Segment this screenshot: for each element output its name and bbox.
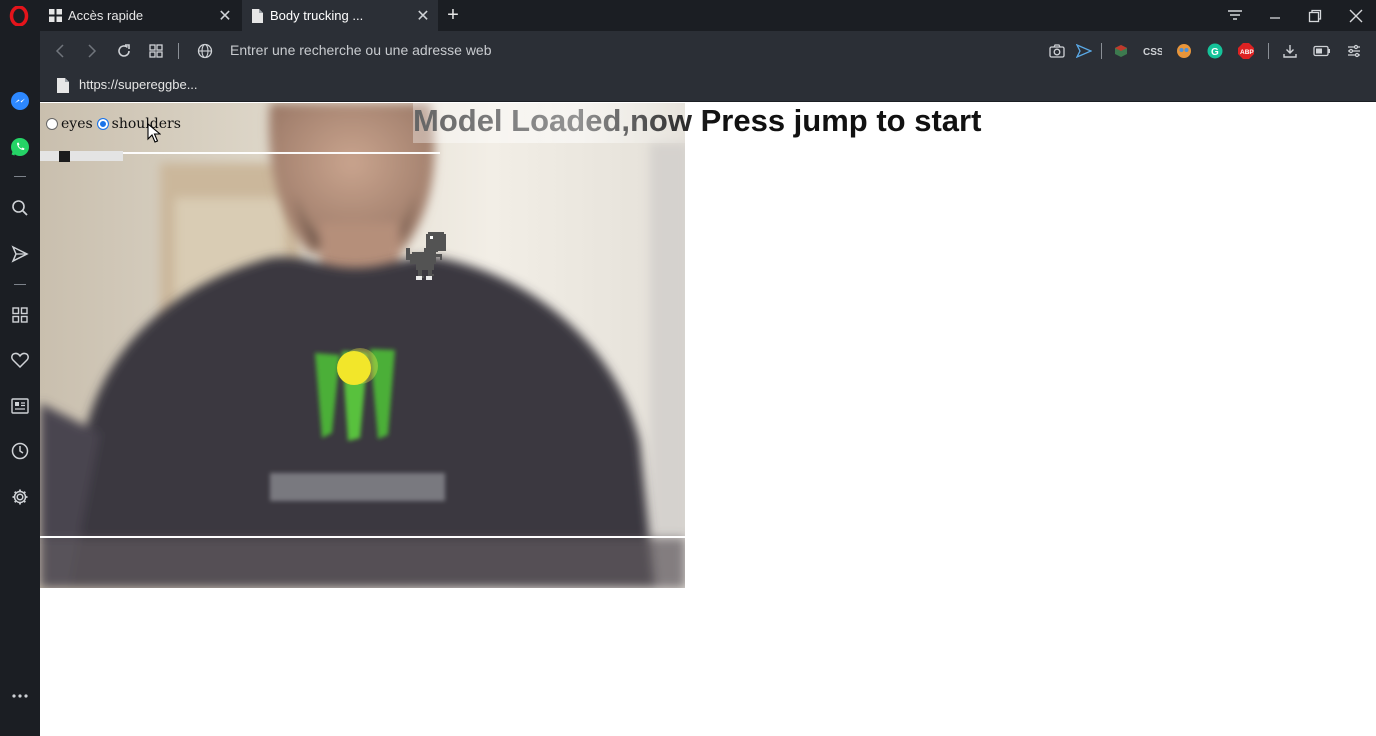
reload-icon[interactable] [114,41,134,61]
radio-shoulders[interactable] [96,118,109,130]
svg-text:G: G [1211,47,1219,58]
tab-body-tracking[interactable]: Body trucking ... ✕ [242,0,438,31]
tab-speed-dial[interactable]: Accès rapide ✕ [40,0,240,31]
close-window-icon[interactable] [1336,0,1376,31]
speed-dial-icon[interactable] [9,304,31,326]
grid-icon [48,9,62,23]
sidebar-divider [14,176,26,177]
grammarly-icon[interactable]: G [1205,41,1225,61]
new-tab-button[interactable]: + [443,2,463,28]
tab-label: Accès rapide [68,8,144,23]
settings-gear-icon[interactable] [9,486,31,508]
document-icon [57,78,69,93]
tiles-icon[interactable] [146,41,166,61]
easy-setup-icon[interactable] [1344,41,1364,61]
sidebar-divider [14,284,26,285]
bookmark-link[interactable]: https://supereggbe... [79,77,198,92]
navigation-bar: Entrer une recherche ou une adresse web … [40,31,1376,70]
sensitivity-slider[interactable] [40,151,123,161]
extension-cube-icon[interactable] [1111,41,1131,61]
send-icon[interactable] [1074,41,1094,61]
adblock-icon[interactable]: ABP [1236,41,1256,61]
css-extension-icon[interactable]: CSS [1142,41,1162,61]
sidebar [0,31,40,736]
messenger-icon[interactable] [9,90,31,112]
back-icon[interactable] [50,41,70,61]
news-icon[interactable] [9,395,31,417]
history-icon[interactable] [9,440,31,462]
close-icon[interactable]: ✕ [408,6,438,26]
restore-icon[interactable] [1295,0,1335,31]
title-bar: Accès rapide ✕ Body trucking ... ✕ + [0,0,1376,31]
close-icon[interactable]: ✕ [210,6,240,26]
address-input[interactable]: Entrer une recherche ou une adresse web [230,42,492,58]
bookmarks-bar: https://supereggbe... [40,70,1376,102]
heading-fade-overlay [413,103,713,143]
forward-icon[interactable] [82,41,102,61]
document-icon [250,8,264,23]
toolbar-divider [1101,43,1102,59]
opera-logo-icon[interactable] [9,6,29,26]
tracking-dot [337,348,378,385]
page-content: Model Loaded,now Press jump to start eye… [40,103,1376,736]
webcam-feed [40,103,685,588]
radio-label-eyes: eyes [61,116,93,132]
toolbar-divider [178,43,179,59]
tab-menu-icon[interactable] [1215,0,1255,31]
threshold-line-bottom [40,536,685,538]
mouse-cursor-icon [147,123,161,143]
radio-eyes[interactable] [46,118,58,130]
svg-text:CSS: CSS [1143,47,1162,57]
toolbar-divider [1268,43,1269,59]
tab-label: Body trucking ... [270,8,364,23]
search-icon[interactable] [9,197,31,219]
battery-saver-icon[interactable] [1312,41,1332,61]
t-rex-icon [406,232,446,280]
svg-text:ABP: ABP [1240,49,1254,56]
webcam-image [40,103,685,588]
avatar-extension-icon[interactable] [1174,41,1194,61]
camera-icon[interactable] [1047,41,1067,61]
heart-icon[interactable] [9,349,31,371]
download-icon[interactable] [1280,41,1300,61]
minimize-icon[interactable] [1255,0,1295,31]
whatsapp-icon[interactable] [9,136,31,158]
send-icon[interactable] [9,243,31,265]
more-options-icon[interactable] [9,685,31,707]
slider-thumb[interactable] [59,151,70,162]
globe-icon [195,41,215,61]
